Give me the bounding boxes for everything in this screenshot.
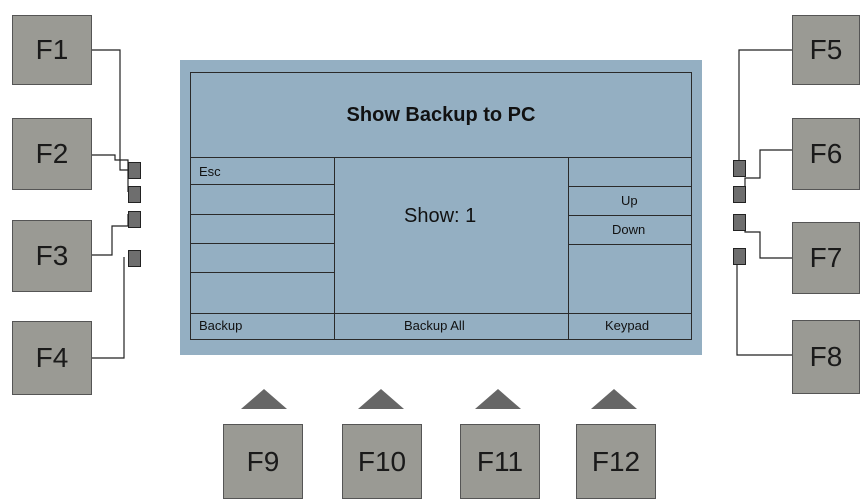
divider [568,244,691,245]
left-side-button-3[interactable] [128,211,141,228]
f7-key[interactable]: F7 [792,222,860,294]
arrow-up-icon-f11 [475,389,521,409]
f3-key[interactable]: F3 [12,220,92,292]
arrow-up-icon-f10 [358,389,404,409]
right-side-button-1[interactable] [733,160,746,177]
left-side-button-1[interactable] [128,162,141,179]
f8-key[interactable]: F8 [792,320,860,394]
arrow-up-icon-f12 [591,389,637,409]
softkey-label-down: Down [612,222,646,237]
divider [568,157,569,339]
divider [191,272,334,273]
display-frame: Show Backup to PC Esc Up Down Show: 1 Ba… [190,72,692,340]
right-side-button-3[interactable] [733,214,746,231]
softkey-label-backup: Backup [199,318,243,333]
f5-key[interactable]: F5 [792,15,860,85]
left-side-button-4[interactable] [128,250,141,267]
arrow-up-icon-f9 [241,389,287,409]
divider [191,243,334,244]
divider [191,157,691,158]
divider [191,313,691,314]
f11-key[interactable]: F11 [460,424,540,499]
f2-key[interactable]: F2 [12,118,92,190]
f6-key[interactable]: F6 [792,118,860,190]
softkey-label-keypad: Keypad [605,318,650,333]
f9-key[interactable]: F9 [223,424,303,499]
divider [334,157,335,339]
divider [568,186,691,187]
f1-key[interactable]: F1 [12,15,92,85]
show-number-display: Show: 1 [404,205,477,227]
screen-title: Show Backup to PC [346,103,536,126]
display-screen: Show Backup to PC Esc Up Down Show: 1 Ba… [180,60,702,355]
f12-key[interactable]: F12 [576,424,656,499]
softkey-label-esc: Esc [199,164,221,179]
f10-key[interactable]: F10 [342,424,422,499]
f4-key[interactable]: F4 [12,321,92,395]
divider [191,184,334,185]
divider [568,215,691,216]
divider [191,214,334,215]
left-side-button-2[interactable] [128,186,141,203]
right-side-button-2[interactable] [733,186,746,203]
softkey-label-backup-all: Backup All [404,318,465,333]
softkey-label-up: Up [621,193,638,208]
right-side-button-4[interactable] [733,248,746,265]
